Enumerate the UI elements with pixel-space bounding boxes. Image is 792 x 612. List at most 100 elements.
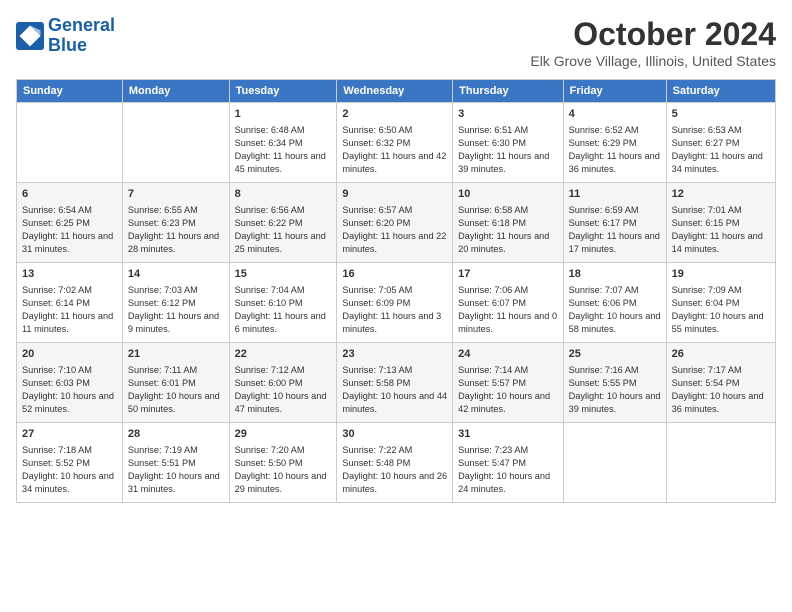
calendar-cell: 1 Sunrise: 6:48 AM Sunset: 6:34 PM Daylig… [229,103,337,183]
calendar-cell: 27 Sunrise: 7:18 AM Sunset: 5:52 PM Dayli… [17,423,123,503]
calendar-week-2: 6 Sunrise: 6:54 AM Sunset: 6:25 PM Daylig… [17,183,776,263]
day-number: 3 [458,107,557,122]
day-number: 15 [235,267,332,282]
calendar-week-4: 20 Sunrise: 7:10 AM Sunset: 6:03 PM Dayli… [17,343,776,423]
day-number: 8 [235,187,332,202]
day-number: 17 [458,267,557,282]
calendar-cell [17,103,123,183]
day-detail: Sunrise: 6:54 AM Sunset: 6:25 PM Dayligh… [22,204,117,256]
day-detail: Sunrise: 7:11 AM Sunset: 6:01 PM Dayligh… [128,364,224,416]
column-header-saturday: Saturday [666,80,775,103]
calendar-cell: 9 Sunrise: 6:57 AM Sunset: 6:20 PM Daylig… [337,183,453,263]
calendar-cell: 6 Sunrise: 6:54 AM Sunset: 6:25 PM Daylig… [17,183,123,263]
calendar-cell: 11Sunrise: 6:59 AM Sunset: 6:17 PM Dayli… [563,183,666,263]
logo-text: General Blue [48,16,115,56]
calendar-cell: 26 Sunrise: 7:17 AM Sunset: 5:54 PM Dayli… [666,343,775,423]
day-detail: Sunrise: 6:53 AM Sunset: 6:27 PM Dayligh… [672,124,770,176]
day-detail: Sunrise: 7:10 AM Sunset: 6:03 PM Dayligh… [22,364,117,416]
day-detail: Sunrise: 7:14 AM Sunset: 5:57 PM Dayligh… [458,364,557,416]
calendar-header: SundayMondayTuesdayWednesdayThursdayFrid… [17,80,776,103]
day-number: 27 [22,427,117,442]
day-detail: Sunrise: 6:57 AM Sunset: 6:20 PM Dayligh… [342,204,447,256]
day-detail: Sunrise: 6:55 AM Sunset: 6:23 PM Dayligh… [128,204,224,256]
day-detail: Sunrise: 7:09 AM Sunset: 6:04 PM Dayligh… [672,284,770,336]
column-header-friday: Friday [563,80,666,103]
calendar-cell: 29 Sunrise: 7:20 AM Sunset: 5:50 PM Dayli… [229,423,337,503]
day-number: 20 [22,347,117,362]
calendar-cell: 14 Sunrise: 7:03 AM Sunset: 6:12 PM Dayli… [122,263,229,343]
day-detail: Sunrise: 6:48 AM Sunset: 6:34 PM Dayligh… [235,124,332,176]
day-number: 22 [235,347,332,362]
column-header-tuesday: Tuesday [229,80,337,103]
calendar-cell: 30 Sunrise: 7:22 AM Sunset: 5:48 PM Dayli… [337,423,453,503]
day-detail: Sunrise: 7:03 AM Sunset: 6:12 PM Dayligh… [128,284,224,336]
day-detail: Sunrise: 7:22 AM Sunset: 5:48 PM Dayligh… [342,444,447,496]
day-number: 1 [235,107,332,122]
day-number: 5 [672,107,770,122]
day-number: 16 [342,267,447,282]
calendar-cell: 23Sunrise: 7:13 AM Sunset: 5:58 PM Dayli… [337,343,453,423]
day-number: 25 [569,347,661,362]
calendar-cell: 28 Sunrise: 7:19 AM Sunset: 5:51 PM Dayli… [122,423,229,503]
day-detail: Sunrise: 7:07 AM Sunset: 6:06 PM Dayligh… [569,284,661,336]
day-detail: Sunrise: 6:58 AM Sunset: 6:18 PM Dayligh… [458,204,557,256]
calendar-cell: 10 Sunrise: 6:58 AM Sunset: 6:18 PM Dayli… [453,183,563,263]
calendar-week-3: 13 Sunrise: 7:02 AM Sunset: 6:14 PM Dayli… [17,263,776,343]
day-number: 30 [342,427,447,442]
page-header: General Blue October 2024 Elk Grove Vill… [16,16,776,69]
day-detail: Sunrise: 6:51 AM Sunset: 6:30 PM Dayligh… [458,124,557,176]
calendar-cell: 12 Sunrise: 7:01 AM Sunset: 6:15 PM Dayli… [666,183,775,263]
day-detail: Sunrise: 6:52 AM Sunset: 6:29 PM Dayligh… [569,124,661,176]
day-number: 7 [128,187,224,202]
calendar-cell: 19Sunrise: 7:09 AM Sunset: 6:04 PM Dayli… [666,263,775,343]
calendar-cell: 18Sunrise: 7:07 AM Sunset: 6:06 PM Dayli… [563,263,666,343]
calendar-cell: 7 Sunrise: 6:55 AM Sunset: 6:23 PM Daylig… [122,183,229,263]
day-number: 29 [235,427,332,442]
day-detail: Sunrise: 7:12 AM Sunset: 6:00 PM Dayligh… [235,364,332,416]
day-number: 28 [128,427,224,442]
column-header-thursday: Thursday [453,80,563,103]
day-detail: Sunrise: 7:01 AM Sunset: 6:15 PM Dayligh… [672,204,770,256]
day-detail: Sunrise: 7:17 AM Sunset: 5:54 PM Dayligh… [672,364,770,416]
day-detail: Sunrise: 7:06 AM Sunset: 6:07 PM Dayligh… [458,284,557,336]
calendar-cell: 3 Sunrise: 6:51 AM Sunset: 6:30 PM Daylig… [453,103,563,183]
day-detail: Sunrise: 6:50 AM Sunset: 6:32 PM Dayligh… [342,124,447,176]
page-subtitle: Elk Grove Village, Illinois, United Stat… [530,53,776,69]
day-detail: Sunrise: 7:16 AM Sunset: 5:55 PM Dayligh… [569,364,661,416]
day-detail: Sunrise: 7:20 AM Sunset: 5:50 PM Dayligh… [235,444,332,496]
day-number: 31 [458,427,557,442]
calendar-cell: 17 Sunrise: 7:06 AM Sunset: 6:07 PM Dayli… [453,263,563,343]
column-header-sunday: Sunday [17,80,123,103]
day-number: 10 [458,187,557,202]
page-title: October 2024 [530,16,776,53]
day-detail: Sunrise: 7:23 AM Sunset: 5:47 PM Dayligh… [458,444,557,496]
calendar-cell [122,103,229,183]
calendar-cell: 15Sunrise: 7:04 AM Sunset: 6:10 PM Dayli… [229,263,337,343]
calendar-cell: 31 Sunrise: 7:23 AM Sunset: 5:47 PM Dayli… [453,423,563,503]
calendar-cell: 16 Sunrise: 7:05 AM Sunset: 6:09 PM Dayli… [337,263,453,343]
day-detail: Sunrise: 7:02 AM Sunset: 6:14 PM Dayligh… [22,284,117,336]
day-detail: Sunrise: 6:56 AM Sunset: 6:22 PM Dayligh… [235,204,332,256]
day-number: 21 [128,347,224,362]
day-detail: Sunrise: 7:05 AM Sunset: 6:09 PM Dayligh… [342,284,447,336]
day-number: 9 [342,187,447,202]
logo: General Blue [16,16,115,56]
day-number: 2 [342,107,447,122]
calendar-cell: 24 Sunrise: 7:14 AM Sunset: 5:57 PM Dayli… [453,343,563,423]
calendar-cell: 21 Sunrise: 7:11 AM Sunset: 6:01 PM Dayli… [122,343,229,423]
day-number: 12 [672,187,770,202]
column-header-monday: Monday [122,80,229,103]
day-number: 14 [128,267,224,282]
calendar-cell [563,423,666,503]
day-number: 11 [569,187,661,202]
calendar-week-1: 1 Sunrise: 6:48 AM Sunset: 6:34 PM Daylig… [17,103,776,183]
day-number: 6 [22,187,117,202]
day-number: 26 [672,347,770,362]
calendar-cell: 5 Sunrise: 6:53 AM Sunset: 6:27 PM Daylig… [666,103,775,183]
day-number: 24 [458,347,557,362]
calendar-cell: 4Sunrise: 6:52 AM Sunset: 6:29 PM Daylig… [563,103,666,183]
calendar-cell: 25 Sunrise: 7:16 AM Sunset: 5:55 PM Dayli… [563,343,666,423]
day-detail: Sunrise: 7:19 AM Sunset: 5:51 PM Dayligh… [128,444,224,496]
day-detail: Sunrise: 7:18 AM Sunset: 5:52 PM Dayligh… [22,444,117,496]
day-number: 13 [22,267,117,282]
